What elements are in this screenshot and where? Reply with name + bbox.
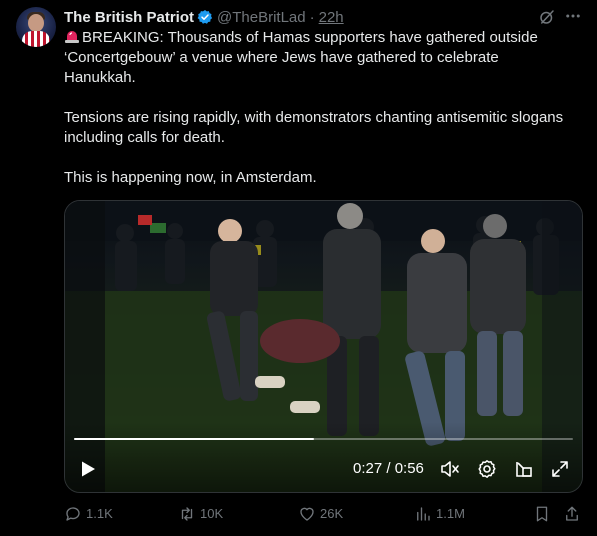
heart-icon <box>300 507 314 521</box>
controls-shade <box>65 422 582 492</box>
pop-out-icon[interactable] <box>514 459 534 479</box>
settings-icon[interactable] <box>477 459 497 479</box>
tweet-paragraph-1: BREAKING: Thousands of Hamas supporters … <box>64 28 574 88</box>
share-button[interactable] <box>563 505 585 523</box>
views-button[interactable]: 1.1M <box>414 505 465 523</box>
avatar-shirt <box>22 31 50 47</box>
avatar-face <box>28 14 44 32</box>
siren-icon <box>65 31 79 43</box>
fullscreen-icon[interactable] <box>550 459 570 479</box>
video-player[interactable]: 0:27 / 0:56 <box>64 200 583 493</box>
author-handle[interactable]: @TheBritLad <box>217 9 306 26</box>
video-progress-fill <box>74 438 314 440</box>
verified-badge-icon <box>197 10 213 24</box>
video-time: 0:27 / 0:56 <box>353 460 424 477</box>
post-time[interactable]: 22h <box>319 9 344 26</box>
repost-icon <box>181 507 193 521</box>
play-icon[interactable] <box>79 460 97 478</box>
tweet-header: The British Patriot @TheBritLad · 22h <box>64 7 344 27</box>
like-count: 26K <box>320 506 344 521</box>
reply-icon <box>66 507 80 521</box>
more-options-icon[interactable] <box>564 7 582 25</box>
tweet-paragraph-2: Tensions are rising rapidly, with demons… <box>64 109 564 146</box>
video-progress-bar[interactable] <box>74 438 573 440</box>
tweet-paragraph-1-text: BREAKING: Thousands of Hamas supporters … <box>64 29 538 86</box>
bookmark-icon <box>536 506 548 522</box>
like-button[interactable]: 26K <box>298 505 343 523</box>
action-bar: 1.1K 10K 26K 1.1M <box>64 505 584 525</box>
tweet-text: BREAKING: Thousands of Hamas supporters … <box>64 28 574 208</box>
separator-dot: · <box>309 8 315 26</box>
mute-icon[interactable] <box>440 459 460 479</box>
avatar[interactable] <box>16 7 56 47</box>
tweet-paragraph-3: This is happening now, in Amsterdam. <box>64 169 317 186</box>
repost-button[interactable]: 10K <box>178 505 223 523</box>
grok-icon[interactable] <box>538 8 556 26</box>
views-icon <box>417 507 430 521</box>
author-name[interactable]: The British Patriot <box>64 9 194 26</box>
bookmark-button[interactable] <box>533 505 555 523</box>
reply-count: 1.1K <box>86 506 113 521</box>
reply-button[interactable]: 1.1K <box>64 505 113 523</box>
share-icon <box>566 506 578 521</box>
view-count: 1.1M <box>436 506 465 521</box>
repost-count: 10K <box>200 506 224 521</box>
